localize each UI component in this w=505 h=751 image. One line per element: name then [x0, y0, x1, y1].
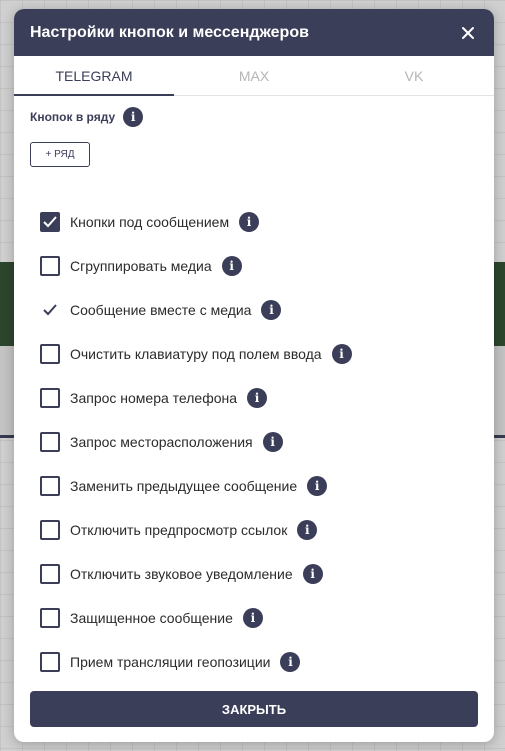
option-label: Запрос месторасположения [70, 434, 253, 450]
checkmark-icon [43, 216, 57, 228]
checkbox-unchecked[interactable] [40, 476, 60, 496]
option-replace-previous[interactable]: Заменить предыдущее сообщение i [40, 464, 352, 508]
info-icon[interactable]: i [221, 256, 242, 276]
option-label: Прием трансляции геопозиции [70, 654, 271, 670]
info-icon[interactable]: i [239, 212, 260, 232]
checkbox-unchecked[interactable] [40, 432, 60, 452]
modal-title: Настройки кнопок и мессенджеров [30, 23, 309, 41]
checkmark-icon [43, 304, 57, 316]
checkbox-unchecked[interactable] [40, 608, 60, 628]
messenger-tabs: TELEGRAM MAX VK [14, 56, 494, 96]
add-row-button[interactable]: + РЯД [30, 142, 90, 167]
close-button[interactable]: ЗАКРЫТЬ [30, 691, 478, 727]
checkbox-checked[interactable] [40, 300, 60, 320]
option-protected-message[interactable]: Защищенное сообщение i [40, 596, 352, 640]
option-clear-keyboard[interactable]: Очистить клавиатуру под полем ввода i [40, 332, 352, 376]
close-icon[interactable] [458, 23, 478, 43]
option-disable-link-preview[interactable]: Отключить предпросмотр ссылок i [40, 508, 352, 552]
modal-header: Настройки кнопок и мессенджеров [14, 9, 494, 56]
options-list: Кнопки под сообщением i Сгруппировать ме… [40, 200, 352, 684]
option-label: Отключить звуковое уведомление [70, 566, 293, 582]
info-icon[interactable]: i [261, 300, 282, 320]
buttons-per-row-section: Кнопок в ряду i [30, 107, 144, 127]
option-message-with-media[interactable]: Сообщение вместе с медиа i [40, 288, 352, 332]
tab-telegram[interactable]: TELEGRAM [14, 56, 174, 96]
info-icon[interactable]: i [331, 344, 352, 364]
option-label: Кнопки под сообщением [70, 214, 230, 230]
option-group-media[interactable]: Сгруппировать медиа i [40, 244, 352, 288]
checkbox-unchecked[interactable] [40, 652, 60, 672]
info-icon[interactable]: i [262, 432, 283, 452]
option-disable-sound[interactable]: Отключить звуковое уведомление i [40, 552, 352, 596]
checkbox-unchecked[interactable] [40, 344, 60, 364]
option-buttons-under-message[interactable]: Кнопки под сообщением i [40, 200, 352, 244]
settings-modal: Настройки кнопок и мессенджеров TELEGRAM… [14, 9, 494, 742]
tab-vk[interactable]: VK [334, 56, 494, 95]
checkbox-unchecked[interactable] [40, 388, 60, 408]
buttons-per-row-label: Кнопок в ряду [30, 110, 116, 124]
option-label: Защищенное сообщение [70, 610, 233, 626]
checkbox-unchecked[interactable] [40, 564, 60, 584]
option-request-location[interactable]: Запрос месторасположения i [40, 420, 352, 464]
option-label: Сгруппировать медиа [70, 258, 212, 274]
info-icon[interactable]: i [123, 107, 144, 127]
option-label: Заменить предыдущее сообщение [70, 478, 298, 494]
info-icon[interactable]: i [307, 476, 328, 496]
info-icon[interactable]: i [302, 564, 323, 584]
checkbox-checked[interactable] [40, 212, 60, 232]
option-label: Отключить предпросмотр ссылок [70, 522, 288, 538]
option-label: Очистить клавиатуру под полем ввода [70, 346, 322, 362]
option-label: Запрос номера телефона [70, 390, 238, 406]
info-icon[interactable]: i [242, 608, 263, 628]
option-live-location[interactable]: Прием трансляции геопозиции i [40, 640, 352, 684]
checkbox-unchecked[interactable] [40, 520, 60, 540]
info-icon[interactable]: i [280, 652, 301, 672]
option-label: Сообщение вместе с медиа [70, 302, 252, 318]
checkbox-unchecked[interactable] [40, 256, 60, 276]
info-icon[interactable]: i [247, 388, 268, 408]
tab-max[interactable]: MAX [174, 56, 334, 95]
option-request-phone[interactable]: Запрос номера телефона i [40, 376, 352, 420]
info-icon[interactable]: i [297, 520, 318, 540]
